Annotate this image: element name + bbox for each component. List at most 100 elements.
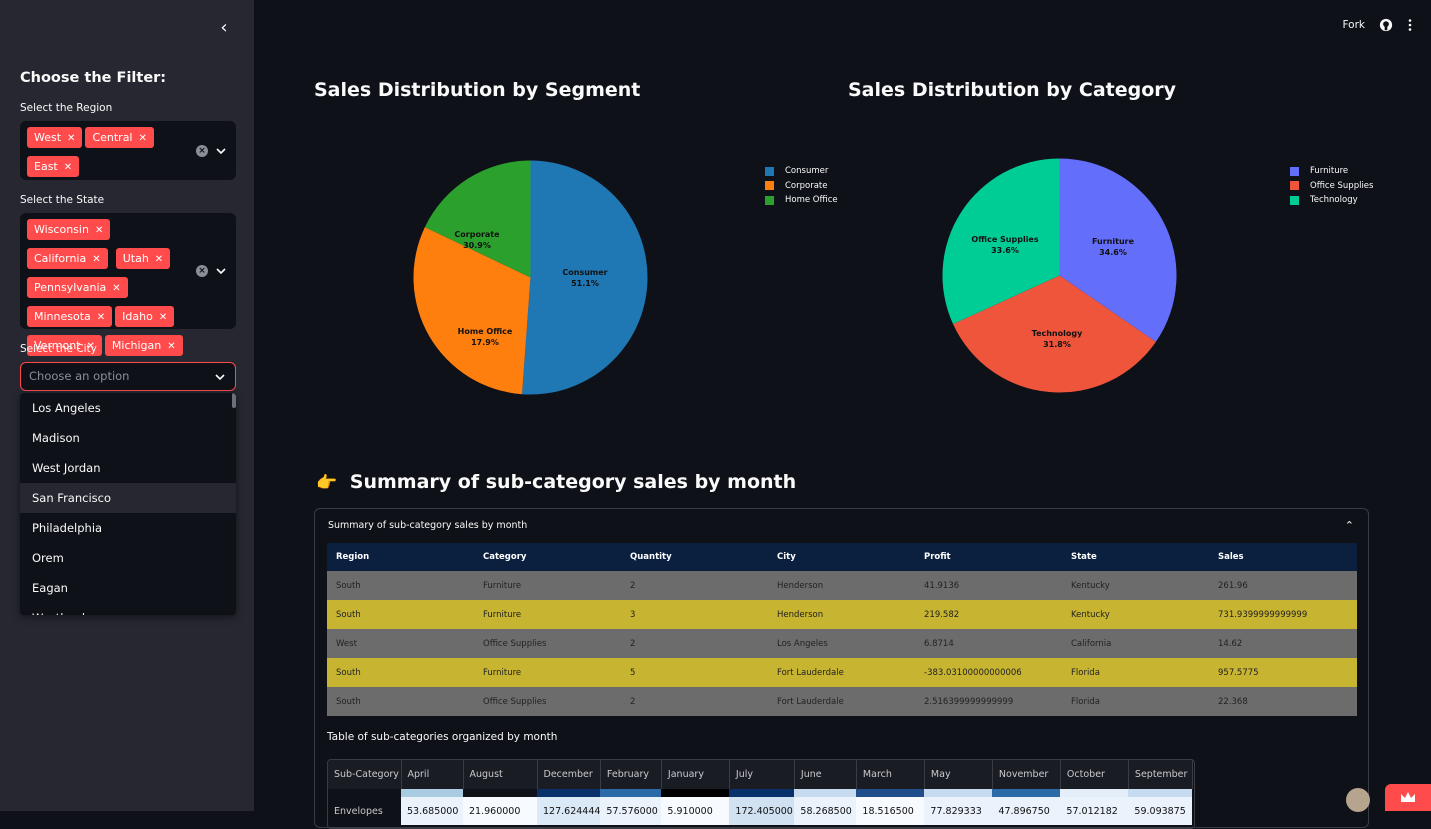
city-option[interactable]: Orem: [20, 543, 236, 573]
column-header[interactable]: Category: [474, 543, 621, 571]
state-chip[interactable]: Minnesota ✕: [27, 306, 113, 327]
remove-icon[interactable]: ✕: [112, 283, 120, 294]
table-row: South Furniture 3 Henderson 219.582 Kentucky 7…: [327, 600, 1357, 629]
more-menu-icon[interactable]: [1407, 18, 1413, 32]
segment-chart-title: Sales Distribution by Segment: [314, 79, 641, 101]
dropdown-scrollbar[interactable]: [232, 393, 236, 408]
table-cell: South: [327, 571, 474, 600]
remove-icon[interactable]: ✕: [155, 254, 163, 265]
month-table-title: Table of sub-categories organized by mon…: [327, 731, 558, 743]
city-option[interactable]: San Francisco: [20, 483, 236, 513]
clear-all-icon[interactable]: ×: [196, 265, 208, 277]
column-header[interactable]: City: [768, 543, 915, 571]
category-legend: Furniture Office Supplies Technology: [1290, 164, 1373, 208]
region-multiselect[interactable]: West ✕ Central ✕ East ✕ ×: [20, 121, 236, 180]
table-cell: Henderson: [768, 600, 915, 629]
column-header[interactable]: March: [856, 760, 925, 789]
table-cell: 2: [621, 687, 768, 716]
expander-title[interactable]: Summary of sub-category sales by month: [328, 520, 527, 531]
table-cell: -383.03100000000006: [915, 658, 1062, 687]
heatmap-strip: [600, 789, 662, 797]
table-cell: Furniture: [474, 600, 621, 629]
state-multiselect[interactable]: Wisconsin ✕ California ✕ Utah ✕ Pennsylvania ✕…: [20, 213, 236, 356]
pie-slice-consumer[interactable]: [522, 160, 648, 395]
remove-icon[interactable]: ✕: [67, 133, 75, 144]
remove-icon[interactable]: ✕: [92, 254, 100, 265]
state-chip[interactable]: Utah ✕: [115, 248, 171, 269]
city-option[interactable]: Philadelphia: [20, 513, 236, 543]
collapse-sidebar-icon[interactable]: ‹: [214, 18, 234, 38]
state-chip[interactable]: Michigan ✕: [104, 335, 183, 356]
chevron-down-icon[interactable]: [215, 372, 225, 382]
city-option[interactable]: Westland: [20, 603, 236, 615]
heatmap-strip: [924, 789, 993, 797]
city-option[interactable]: Eagan: [20, 573, 236, 603]
chevron-down-icon[interactable]: [216, 146, 226, 156]
legend-item[interactable]: Furniture: [1290, 164, 1373, 179]
table-cell: 57.576000: [600, 797, 662, 825]
legend-item[interactable]: Consumer: [765, 164, 838, 179]
remove-icon[interactable]: ✕: [64, 162, 72, 173]
segment-legend: Consumer Corporate Home Office: [765, 164, 838, 208]
remove-icon[interactable]: ✕: [139, 133, 147, 144]
state-chip[interactable]: California ✕: [27, 248, 108, 269]
column-header[interactable]: July: [729, 760, 795, 789]
table-cell: Fort Lauderdale: [768, 687, 915, 716]
remove-icon[interactable]: ✕: [159, 312, 167, 323]
legend-swatch: [765, 181, 774, 191]
legend-item[interactable]: Office Supplies: [1290, 179, 1373, 194]
pointing-hand-icon: 👉: [316, 473, 338, 493]
table-cell: Fort Lauderdale: [768, 658, 915, 687]
remove-icon[interactable]: ✕: [97, 312, 105, 323]
state-chip[interactable]: Pennsylvania ✕: [27, 277, 128, 298]
remove-icon[interactable]: ✕: [167, 341, 175, 352]
column-header[interactable]: August: [463, 760, 538, 789]
legend-item[interactable]: Technology: [1290, 193, 1373, 208]
state-chip[interactable]: Wisconsin ✕: [27, 219, 111, 240]
region-chip[interactable]: West ✕: [27, 127, 83, 148]
column-header[interactable]: October: [1060, 760, 1129, 789]
heatmap-strip: [328, 789, 401, 797]
avatar[interactable]: [1346, 788, 1370, 812]
fork-link[interactable]: Fork: [1343, 19, 1366, 31]
column-header[interactable]: June: [794, 760, 857, 789]
city-option[interactable]: Madison: [20, 423, 236, 453]
city-dropdown: Los Angeles Madison West Jordan San Fran…: [20, 393, 236, 615]
column-header[interactable]: February: [600, 760, 662, 789]
region-chip[interactable]: Central ✕: [85, 127, 154, 148]
heatmap-strip: [856, 789, 925, 797]
city-select[interactable]: Choose an option: [20, 362, 236, 391]
column-header[interactable]: May: [924, 760, 993, 789]
summary-table: Region Category Quantity City Profit State Sal…: [327, 543, 1357, 716]
legend-item[interactable]: Home Office: [765, 193, 838, 208]
column-header[interactable]: January: [661, 760, 730, 789]
column-header[interactable]: Region: [327, 543, 474, 571]
github-icon[interactable]: [1379, 18, 1393, 32]
column-header[interactable]: December: [537, 760, 601, 789]
state-chip[interactable]: Idaho ✕: [115, 306, 175, 327]
city-option[interactable]: Los Angeles: [20, 393, 236, 423]
column-header[interactable]: April: [401, 760, 464, 789]
legend-swatch: [765, 195, 774, 205]
table-cell: 2: [621, 571, 768, 600]
chevron-up-icon[interactable]: ⌃: [1345, 519, 1354, 532]
legend-item[interactable]: Corporate: [765, 179, 838, 194]
heatmap-strip: [661, 789, 730, 797]
column-header[interactable]: November: [992, 760, 1061, 789]
column-header[interactable]: Sub-Category: [328, 760, 402, 789]
remove-icon[interactable]: ✕: [95, 225, 103, 236]
city-option[interactable]: West Jordan: [20, 453, 236, 483]
table-cell: Henderson: [768, 571, 915, 600]
column-header[interactable]: State: [1062, 543, 1209, 571]
chevron-down-icon[interactable]: [216, 266, 226, 276]
clear-all-icon[interactable]: ×: [196, 145, 208, 157]
column-header[interactable]: Sales: [1209, 543, 1357, 571]
region-chip[interactable]: East ✕: [27, 156, 80, 177]
column-header[interactable]: Quantity: [621, 543, 768, 571]
table-cell: 59.093875: [1128, 797, 1193, 825]
table-cell: Kentucky: [1062, 571, 1209, 600]
table-cell: 127.624444: [537, 797, 601, 825]
crown-icon[interactable]: [1385, 784, 1431, 811]
column-header[interactable]: Profit: [915, 543, 1062, 571]
column-header[interactable]: September: [1128, 760, 1193, 789]
